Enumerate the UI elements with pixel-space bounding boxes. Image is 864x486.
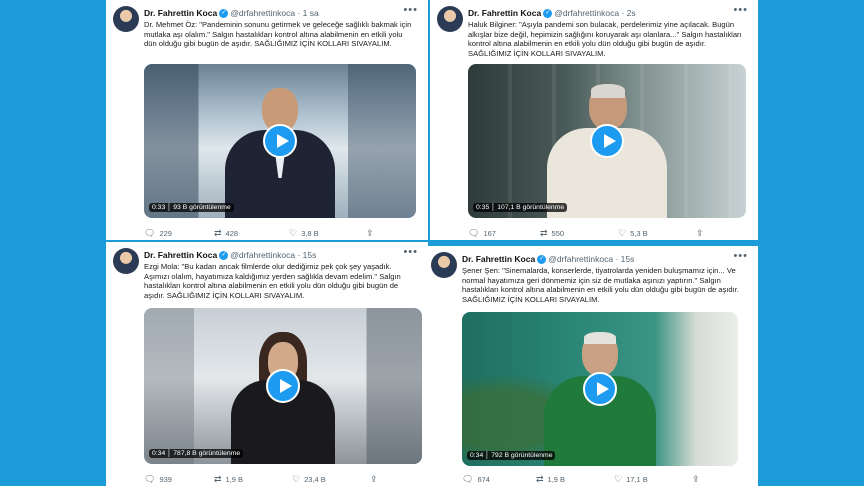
reply-count: 674 — [477, 475, 490, 484]
retweet-button[interactable]: ⇄ 1,9 B — [214, 474, 243, 485]
reply-button[interactable]: 🗨 167 — [468, 228, 496, 239]
retweet-icon: ⇄ — [214, 228, 222, 238]
more-icon[interactable]: ••• — [733, 4, 748, 16]
reply-icon: 🗨 — [468, 228, 480, 238]
like-button[interactable]: ♡ 23,4 B — [292, 474, 326, 485]
reply-icon: 🗨 — [144, 228, 156, 238]
heart-icon: ♡ — [292, 474, 301, 484]
tweet-text: Haluk Bilginer: "Aşıyla pandemi son bula… — [468, 20, 742, 58]
like-count: 17,1 B — [626, 475, 648, 484]
heart-icon: ♡ — [289, 228, 298, 238]
share-button[interactable]: ⇪ — [366, 228, 378, 239]
heart-icon: ♡ — [614, 474, 623, 484]
tweet-card[interactable]: Dr. Fahrettin Koca ✓ @drfahrettinkoca · 15… — [106, 242, 428, 486]
more-icon[interactable]: ••• — [403, 246, 418, 258]
video-info: 0:34 │ 787,8 B görüntülenme — [149, 449, 244, 458]
like-count: 3,8 B — [301, 229, 319, 238]
play-icon[interactable] — [263, 124, 297, 158]
play-icon[interactable] — [266, 369, 300, 403]
play-icon[interactable] — [590, 124, 624, 158]
video-info: 0:35 │ 107,1 B görüntülenme — [473, 203, 568, 212]
tweet-time[interactable]: · 2s — [621, 8, 635, 18]
retweet-button[interactable]: ⇄ 428 — [214, 228, 238, 239]
avatar[interactable] — [431, 252, 457, 278]
video-player[interactable]: 0:34 │ 787,8 B görüntülenme — [144, 308, 422, 464]
video-player[interactable]: 0:34 │ 792 B görüntülenme — [462, 312, 738, 466]
reply-icon: 🗨 — [462, 474, 474, 484]
tweet-card[interactable]: Dr. Fahrettin Koca ✓ @drfahrettinkoca · 2s… — [430, 0, 758, 240]
share-button[interactable]: ⇪ — [692, 474, 704, 485]
video-info: 0:34 │ 792 B görüntülenme — [467, 451, 556, 460]
reply-count: 939 — [159, 475, 172, 484]
author-handle[interactable]: @drfahrettinkoca — [230, 250, 295, 260]
reply-button[interactable]: 🗨 939 — [144, 474, 172, 485]
tweet-header: Dr. Fahrettin Koca ✓ @drfahrettinkoca · 15… — [462, 254, 634, 265]
reply-count: 229 — [159, 229, 172, 238]
avatar[interactable] — [113, 248, 139, 274]
verified-icon: ✓ — [219, 9, 229, 19]
tweet-text: Dr. Mehmet Öz: "Pandeminin sonunu getirm… — [144, 20, 412, 49]
author-name[interactable]: Dr. Fahrettin Koca — [462, 254, 535, 264]
like-count: 23,4 B — [304, 475, 326, 484]
retweet-button[interactable]: ⇄ 1,9 B — [536, 474, 565, 485]
more-icon[interactable]: ••• — [733, 250, 748, 262]
reply-count: 167 — [483, 229, 496, 238]
author-name[interactable]: Dr. Fahrettin Koca — [468, 8, 541, 18]
author-name[interactable]: Dr. Fahrettin Koca — [144, 8, 217, 18]
play-icon[interactable] — [583, 372, 617, 406]
tweet-header: Dr. Fahrettin Koca ✓ @drfahrettinkoca · 1 … — [144, 8, 319, 19]
avatar[interactable] — [113, 6, 139, 32]
reply-icon: 🗨 — [144, 474, 156, 484]
author-name[interactable]: Dr. Fahrettin Koca — [144, 250, 217, 260]
verified-icon: ✓ — [543, 9, 553, 19]
tweet-time[interactable]: · 15s — [297, 250, 316, 260]
verified-icon: ✓ — [219, 251, 229, 261]
retweet-count: 1,9 B — [225, 475, 244, 484]
author-handle[interactable]: @drfahrettinkoca — [548, 254, 613, 264]
video-info: 0:33 │ 93 B görüntülenme — [149, 203, 234, 212]
share-icon: ⇪ — [366, 228, 374, 238]
share-button[interactable]: ⇪ — [696, 228, 708, 239]
like-count: 5,3 B — [630, 229, 648, 238]
video-player[interactable]: 0:33 │ 93 B görüntülenme — [144, 64, 416, 218]
more-icon[interactable]: ••• — [403, 4, 418, 16]
share-button[interactable]: ⇪ — [370, 474, 382, 485]
retweet-count: 1,9 B — [547, 475, 566, 484]
like-button[interactable]: ♡ 17,1 B — [614, 474, 648, 485]
retweet-icon: ⇄ — [540, 228, 548, 238]
like-button[interactable]: ♡ 5,3 B — [618, 228, 648, 239]
video-player[interactable]: 0:35 │ 107,1 B görüntülenme — [468, 64, 746, 218]
retweet-count: 550 — [551, 229, 565, 238]
tweet-card[interactable]: Dr. Fahrettin Koca ✓ @drfahrettinkoca · 1 … — [106, 0, 428, 240]
tweet-text: Ezgi Mola: "Bu kadarı ancak filmlerde ol… — [144, 262, 401, 300]
tweet-header: Dr. Fahrettin Koca ✓ @drfahrettinkoca · 15… — [144, 250, 316, 261]
tweet-text: Şener Şen: "Sinemalarda, konserlerde, ti… — [462, 266, 739, 304]
retweet-count: 428 — [225, 229, 239, 238]
tweet-header: Dr. Fahrettin Koca ✓ @drfahrettinkoca · 2s — [468, 8, 636, 19]
like-button[interactable]: ♡ 3,8 B — [289, 228, 319, 239]
share-icon: ⇪ — [370, 474, 378, 484]
tweet-card[interactable]: Dr. Fahrettin Koca ✓ @drfahrettinkoca · 15… — [424, 246, 758, 486]
verified-icon: ✓ — [537, 255, 547, 265]
share-icon: ⇪ — [696, 228, 704, 238]
reply-button[interactable]: 🗨 674 — [462, 474, 490, 485]
tweet-time[interactable]: · 15s — [615, 254, 634, 264]
author-handle[interactable]: @drfahrettinkoca — [230, 8, 295, 18]
retweet-icon: ⇄ — [214, 474, 222, 484]
retweet-icon: ⇄ — [536, 474, 544, 484]
reply-button[interactable]: 🗨 229 — [144, 228, 172, 239]
share-icon: ⇪ — [692, 474, 700, 484]
author-handle[interactable]: @drfahrettinkoca — [554, 8, 619, 18]
avatar[interactable] — [437, 6, 463, 32]
heart-icon: ♡ — [618, 228, 627, 238]
retweet-button[interactable]: ⇄ 550 — [540, 228, 564, 239]
tweet-time[interactable]: · 1 sa — [297, 8, 318, 18]
